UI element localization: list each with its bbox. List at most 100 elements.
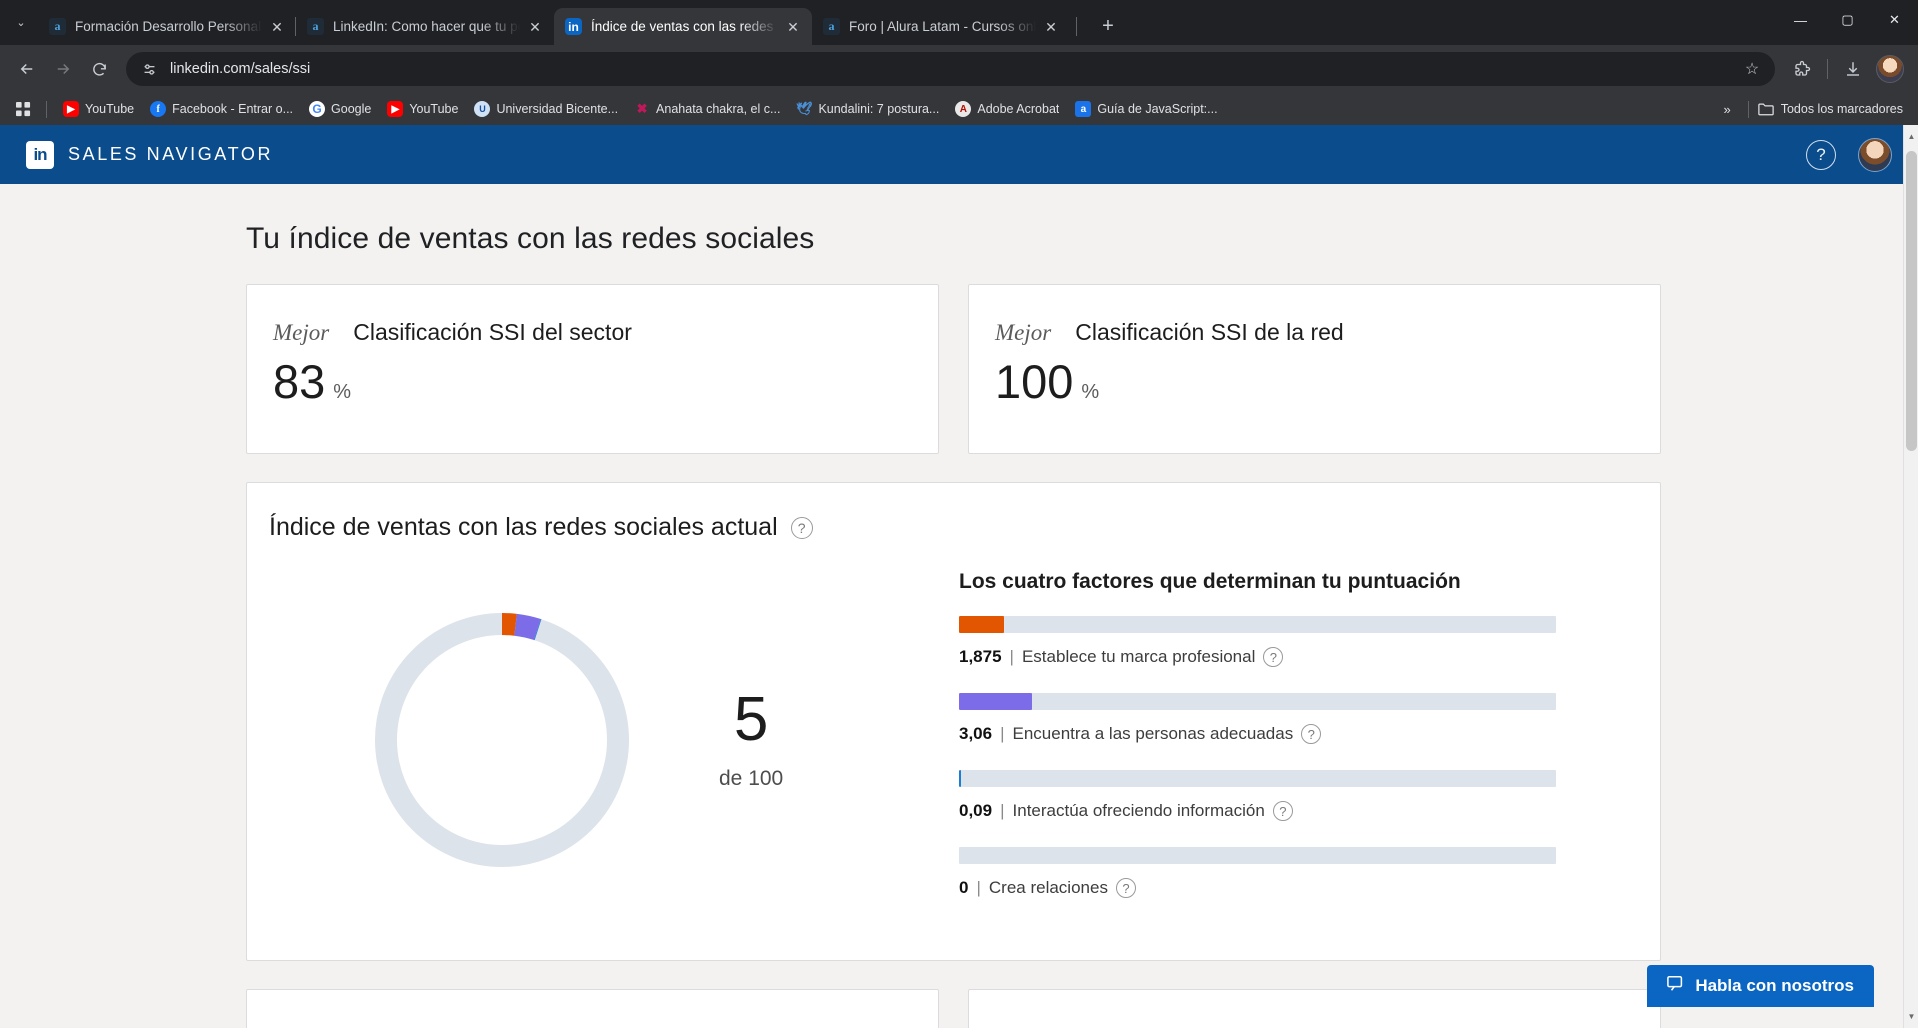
bookmark-youtube-1[interactable]: ▶ YouTube <box>56 98 141 120</box>
bookmark-label: YouTube <box>85 102 135 116</box>
factor-separator: | <box>1000 724 1005 743</box>
browser-window: ⌄ a Formación Desarrollo Personal ... ✕ … <box>0 0 1918 1028</box>
bookmark-google[interactable]: G Google <box>302 98 378 120</box>
butterfly-icon: ✖ <box>636 101 648 116</box>
bookmark-label: Universidad Bicente... <box>496 102 619 116</box>
tab-title: LinkedIn: Como hacer que tu pe <box>333 19 524 34</box>
network-ssi-rank-card: Mejor Clasificación SSI de la red 100 % <box>968 284 1661 454</box>
page-scrollbar[interactable]: ▲ ▼ <box>1903 125 1918 1028</box>
tab-title: Formación Desarrollo Personal ... <box>75 19 266 34</box>
browser-tab-1[interactable]: a Formación Desarrollo Personal ... ✕ <box>38 8 296 45</box>
back-icon[interactable] <box>10 52 44 86</box>
factor-row-people: 3,06 | Encuentra a las personas adecuada… <box>959 693 1660 744</box>
factor-bar-track <box>959 847 1556 864</box>
ssi-score-total: de 100 <box>719 767 784 790</box>
scroll-up-icon[interactable]: ▲ <box>1904 128 1918 145</box>
factor-bar-track <box>959 770 1556 787</box>
facebook-icon: f <box>150 101 167 117</box>
bookmark-facebook[interactable]: f Facebook - Entrar o... <box>143 98 300 120</box>
downloads-icon[interactable] <box>1836 52 1870 86</box>
linkedin-logo-icon[interactable]: in <box>26 140 54 169</box>
reload-icon[interactable] <box>82 52 116 86</box>
tab-strip: ⌄ a Formación Desarrollo Personal ... ✕ … <box>0 0 1918 45</box>
ssi-score-value: 5 <box>733 685 769 754</box>
factor-bar-fill <box>959 770 962 787</box>
apps-grid-icon[interactable] <box>9 96 37 122</box>
bottom-card-right <box>968 989 1661 1028</box>
factor-label: Establece tu marca profesional <box>1021 647 1256 666</box>
amazon-icon: a <box>49 18 66 35</box>
question-mark-icon[interactable]: ? <box>1263 647 1284 667</box>
help-icon[interactable]: ? <box>1806 139 1836 170</box>
browser-tab-4[interactable]: a Foro | Alura Latam - Cursos onli ✕ <box>812 8 1070 45</box>
question-mark-icon[interactable]: ? <box>790 516 813 539</box>
question-mark-icon[interactable]: ? <box>1301 724 1322 744</box>
address-bar[interactable]: linkedin.com/sales/ssi ☆ <box>126 52 1775 86</box>
bookmark-label: YouTube <box>409 102 459 116</box>
bookmark-divider-2 <box>1747 100 1749 118</box>
bookmark-label: Google <box>331 102 372 116</box>
youtube-icon: ▶ <box>387 101 404 117</box>
toolbar-divider <box>1827 59 1828 79</box>
header-actions: ? <box>1806 137 1892 172</box>
ssi-card-title-text: Índice de ventas con las redes sociales … <box>269 513 778 541</box>
bookmark-label: Guía de JavaScript:... <box>1097 102 1218 116</box>
close-icon[interactable]: ✕ <box>1040 16 1062 38</box>
amazon-icon: a <box>307 18 324 35</box>
factor-label: Crea relaciones <box>988 878 1108 897</box>
bookmark-kundalini[interactable]: 🕊 Kundalini: 7 postura... <box>789 98 946 120</box>
scroll-down-icon[interactable]: ▼ <box>1904 1008 1918 1025</box>
window-controls: — ▢ ✕ <box>1777 0 1918 45</box>
ssi-factors-section: Los cuatro factores que determinan tu pu… <box>959 556 1660 924</box>
question-mark-icon[interactable]: ? <box>1115 878 1136 898</box>
close-icon[interactable]: ✕ <box>782 16 804 38</box>
industry-ssi-rank-card: Mejor Clasificación SSI del sector 83 % <box>246 284 939 454</box>
scrollbar-thumb[interactable] <box>1906 151 1917 451</box>
browser-toolbar: linkedin.com/sales/ssi ☆ <box>0 45 1918 93</box>
rank-unit: % <box>1081 381 1100 403</box>
question-mark-icon[interactable]: ? <box>1272 801 1293 821</box>
bookmark-star-icon[interactable]: ☆ <box>1739 56 1765 82</box>
bookmark-youtube-2[interactable]: ▶ YouTube <box>380 98 465 120</box>
rank-prefix: Mejor <box>995 320 1052 345</box>
page-viewport: in SALES NAVIGATOR ? Tu índice de ventas… <box>0 125 1918 1028</box>
close-icon[interactable]: ✕ <box>524 16 546 38</box>
ssi-donut-chart <box>357 595 647 885</box>
close-window-button[interactable]: ✕ <box>1871 0 1918 40</box>
bookmarks-bar: ▶ YouTube f Facebook - Entrar o... G Goo… <box>0 93 1918 125</box>
current-ssi-card: Índice de ventas con las redes sociales … <box>246 482 1661 961</box>
chat-with-us-button[interactable]: Habla con nosotros <box>1647 965 1874 1007</box>
maximize-button[interactable]: ▢ <box>1824 0 1871 40</box>
factor-row-insights: 0,09 | Interactúa ofreciendo información… <box>959 770 1660 821</box>
donut-track <box>375 613 629 867</box>
factor-value: 0 <box>959 878 969 897</box>
rank-label: Clasificación SSI de la red <box>1075 319 1344 345</box>
user-avatar[interactable] <box>1858 137 1892 172</box>
bookmark-label: Anahata chakra, el c... <box>656 102 781 116</box>
extensions-icon[interactable] <box>1785 52 1819 86</box>
bookmarks-overflow-icon[interactable]: » <box>1715 102 1738 117</box>
bookmark-label: Kundalini: 7 postura... <box>818 102 940 116</box>
browser-tab-2[interactable]: a LinkedIn: Como hacer que tu pe ✕ <box>295 8 554 45</box>
donut-svg <box>375 613 629 867</box>
linkedin-icon: in <box>565 18 582 35</box>
close-icon[interactable]: ✕ <box>266 16 288 38</box>
article-icon: a <box>1075 101 1092 117</box>
site-settings-icon[interactable] <box>138 58 160 80</box>
all-bookmarks-button[interactable]: Todos los marcadores <box>1757 101 1909 117</box>
tab-search-button[interactable]: ⌄ <box>4 0 38 45</box>
google-icon: G <box>309 101 326 117</box>
tab-divider <box>1076 17 1077 36</box>
minimize-button[interactable]: — <box>1777 0 1824 40</box>
factors-title: Los cuatro factores que determinan tu pu… <box>959 570 1461 593</box>
bookmark-guia-javascript[interactable]: a Guía de JavaScript:... <box>1068 98 1224 120</box>
profile-avatar-icon[interactable] <box>1876 55 1904 83</box>
browser-tab-3-active[interactable]: in Índice de ventas con las redes s ✕ <box>554 8 812 45</box>
forward-icon[interactable] <box>46 52 80 86</box>
bookmark-universidad[interactable]: U Universidad Bicente... <box>467 98 625 120</box>
bookmark-adobe-acrobat[interactable]: A Adobe Acrobat <box>948 98 1066 120</box>
factor-bar-track <box>959 693 1556 710</box>
factor-bar-track <box>959 616 1556 633</box>
new-tab-button[interactable]: + <box>1091 9 1125 43</box>
bookmark-anahata[interactable]: ✖ Anahata chakra, el c... <box>627 98 787 120</box>
